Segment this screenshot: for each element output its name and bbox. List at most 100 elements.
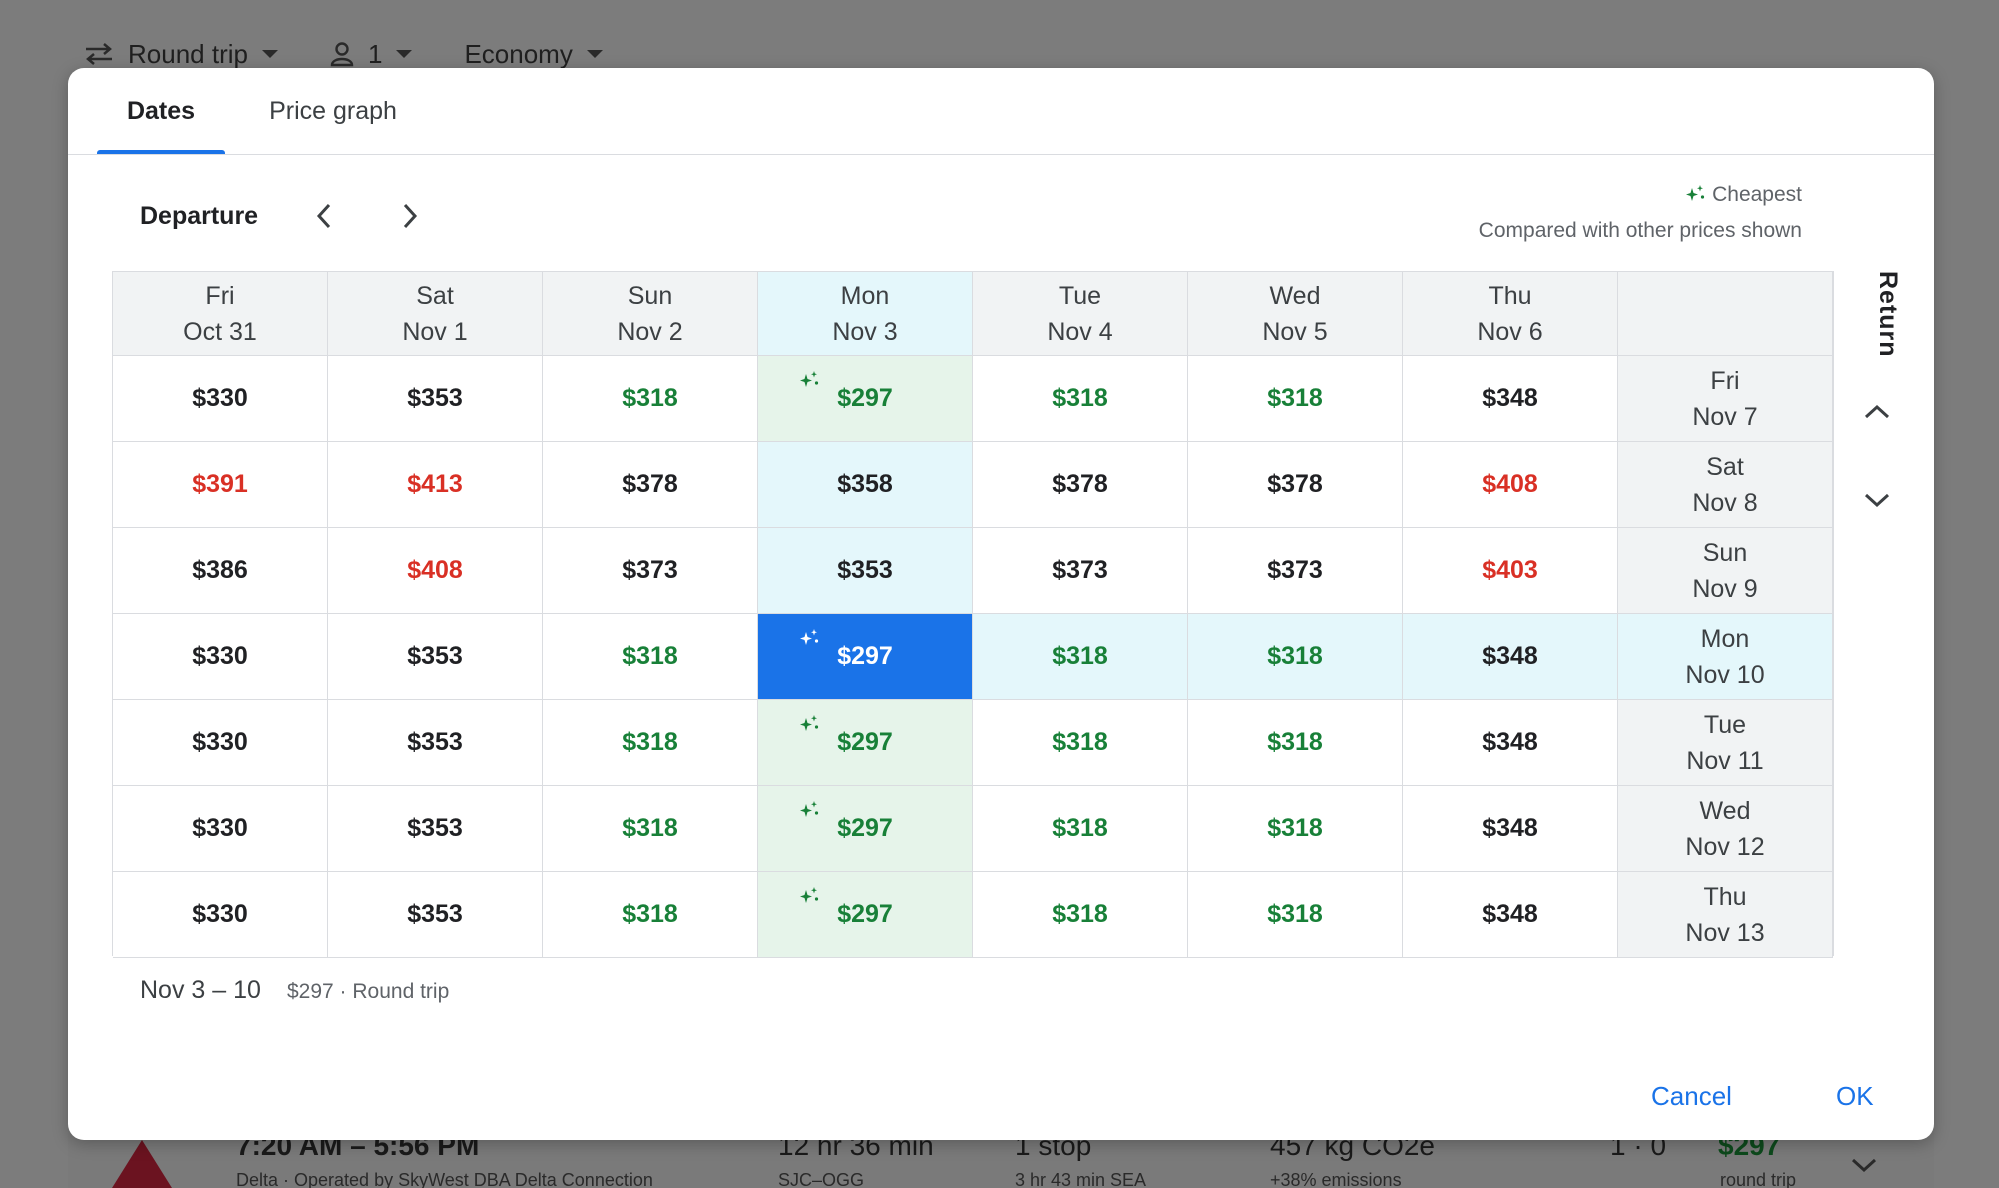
price-cell[interactable]: $318 xyxy=(543,356,758,442)
price-cell[interactable]: $373 xyxy=(973,528,1188,614)
price-value: $297 xyxy=(837,814,893,842)
price-value: $391 xyxy=(192,470,248,498)
flight-airline: Delta · Operated by SkyWest DBA Delta Co… xyxy=(236,1170,653,1188)
active-tab-indicator xyxy=(97,150,225,154)
price-cell[interactable]: $318 xyxy=(543,700,758,786)
price-cell[interactable]: $348 xyxy=(1403,786,1618,872)
price-cell[interactable]: $378 xyxy=(543,442,758,528)
selected-price-cell[interactable]: $297 xyxy=(758,614,973,700)
return-row-header: Wed Nov 12 xyxy=(1618,786,1833,872)
price-cell[interactable]: $318 xyxy=(1188,356,1403,442)
swap-arrows-icon xyxy=(86,43,112,65)
price-cell[interactable]: $348 xyxy=(1403,872,1618,958)
price-cell[interactable]: $378 xyxy=(973,442,1188,528)
price-value: $403 xyxy=(1482,556,1538,584)
price-cell[interactable]: $297 xyxy=(758,700,973,786)
passenger-selector[interactable]: 1 xyxy=(330,38,413,70)
return-day: Tue xyxy=(1703,710,1747,739)
price-cell[interactable]: $318 xyxy=(973,872,1188,958)
selected-price-summary: $297 · Round trip xyxy=(287,980,450,1003)
price-value: $386 xyxy=(192,556,248,584)
price-value: $408 xyxy=(407,556,463,584)
price-value: $330 xyxy=(192,384,248,412)
cheapest-legend-subtext: Compared with other prices shown xyxy=(1478,219,1802,242)
return-day: Wed xyxy=(1699,796,1751,825)
cancel-button[interactable]: Cancel xyxy=(1651,1074,1732,1118)
price-cell[interactable]: $318 xyxy=(973,614,1188,700)
flight-layover: 3 hr 43 min SEA xyxy=(1015,1170,1147,1188)
price-cell[interactable]: $318 xyxy=(1188,614,1403,700)
price-cell[interactable]: $408 xyxy=(328,528,543,614)
airline-logo xyxy=(112,1140,172,1188)
price-cell[interactable]: $348 xyxy=(1403,700,1618,786)
price-cell[interactable]: $318 xyxy=(973,786,1188,872)
price-cell[interactable]: $318 xyxy=(1188,786,1403,872)
departure-column-header: Wed Nov 5 xyxy=(1188,272,1403,356)
price-cell[interactable]: $297 xyxy=(758,786,973,872)
departure-day: Mon xyxy=(840,281,890,310)
price-cell[interactable]: $318 xyxy=(1188,872,1403,958)
price-cell[interactable]: $353 xyxy=(758,528,973,614)
price-cell[interactable]: $318 xyxy=(973,700,1188,786)
grid-corner xyxy=(1618,272,1833,356)
price-cell[interactable]: $330 xyxy=(113,700,328,786)
price-cell[interactable]: $318 xyxy=(543,872,758,958)
price-cell[interactable]: $413 xyxy=(328,442,543,528)
price-value: $318 xyxy=(1267,728,1323,756)
price-value: $318 xyxy=(622,900,678,928)
price-cell[interactable]: $297 xyxy=(758,356,973,442)
passenger-count: 1 xyxy=(367,38,383,69)
price-cell[interactable]: $348 xyxy=(1403,614,1618,700)
price-cell[interactable]: $378 xyxy=(1188,442,1403,528)
tab-dates[interactable]: Dates xyxy=(97,68,225,155)
price-cell[interactable]: $318 xyxy=(1188,700,1403,786)
price-value: $378 xyxy=(1052,470,1108,498)
return-date: Nov 8 xyxy=(1692,488,1758,517)
tab-price-graph[interactable]: Price graph xyxy=(248,68,418,155)
price-value: $330 xyxy=(192,814,248,842)
price-value: $318 xyxy=(1267,642,1323,670)
price-cell[interactable]: $373 xyxy=(543,528,758,614)
price-cell[interactable]: $318 xyxy=(543,786,758,872)
price-cell[interactable]: $318 xyxy=(543,614,758,700)
price-cell[interactable]: $386 xyxy=(113,528,328,614)
return-day: Fri xyxy=(1710,366,1740,395)
price-value: $353 xyxy=(837,556,893,584)
next-week-button[interactable] xyxy=(388,194,432,238)
price-cell[interactable]: $353 xyxy=(328,700,543,786)
price-value: $297 xyxy=(837,642,893,670)
price-value: $378 xyxy=(1267,470,1323,498)
trip-type-selector[interactable]: Round trip xyxy=(84,39,278,70)
chevron-down-icon[interactable] xyxy=(1850,1156,1878,1174)
price-cell[interactable]: $403 xyxy=(1403,528,1618,614)
ok-button[interactable]: OK xyxy=(1836,1074,1874,1118)
price-cell[interactable]: $391 xyxy=(113,442,328,528)
departure-column-header: Tue Nov 4 xyxy=(973,272,1188,356)
price-cell[interactable]: $348 xyxy=(1403,356,1618,442)
previous-return-dates-button[interactable] xyxy=(1855,390,1899,434)
price-cell[interactable]: $330 xyxy=(113,786,328,872)
selected-dates: Nov 3 – 10 xyxy=(140,975,261,1004)
price-cell[interactable]: $353 xyxy=(328,614,543,700)
date-grid-dialog: Dates Price graph Departure Cheapest Com… xyxy=(68,68,1934,1140)
departure-date: Nov 3 xyxy=(832,317,898,346)
price-cell[interactable]: $353 xyxy=(328,872,543,958)
price-cell[interactable]: $408 xyxy=(1403,442,1618,528)
previous-week-button[interactable] xyxy=(302,194,346,238)
price-value: $318 xyxy=(1052,728,1108,756)
next-return-dates-button[interactable] xyxy=(1855,478,1899,522)
price-cell[interactable]: $353 xyxy=(328,786,543,872)
price-value: $353 xyxy=(407,642,463,670)
flight-emissions-sub: +38% emissions xyxy=(1270,1170,1402,1188)
price-cell[interactable]: $330 xyxy=(113,356,328,442)
price-cell[interactable]: $297 xyxy=(758,872,973,958)
chevron-right-icon xyxy=(403,203,418,229)
departure-column-header: Sat Nov 1 xyxy=(328,272,543,356)
price-cell[interactable]: $318 xyxy=(973,356,1188,442)
price-cell[interactable]: $330 xyxy=(113,872,328,958)
price-cell[interactable]: $373 xyxy=(1188,528,1403,614)
price-cell[interactable]: $353 xyxy=(328,356,543,442)
price-cell[interactable]: $358 xyxy=(758,442,973,528)
cabin-selector[interactable]: Economy xyxy=(464,39,603,70)
price-cell[interactable]: $330 xyxy=(113,614,328,700)
